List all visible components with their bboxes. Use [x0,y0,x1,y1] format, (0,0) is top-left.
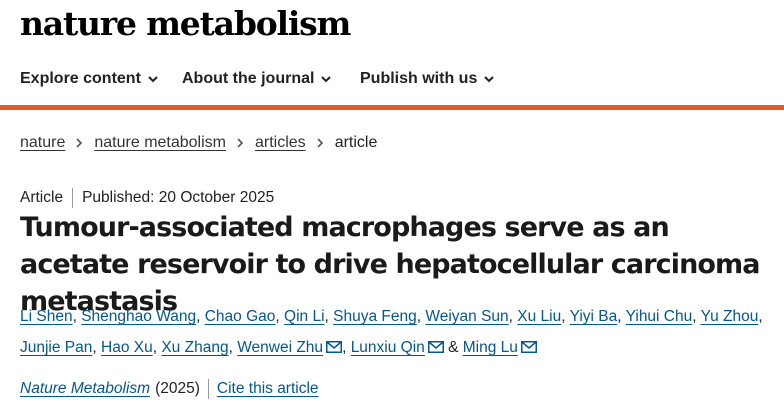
nav-item-label: Explore content [20,70,141,87]
author-separator: , [275,308,280,325]
author-link[interactable]: Li Shen [20,308,73,325]
author-link[interactable]: Yu Zhou [701,308,759,325]
breadcrumb-articles[interactable]: articles [255,134,306,152]
publication-year: (2025) [155,380,200,397]
author-separator: , [152,339,158,356]
author-separator: , [508,308,513,325]
breadcrumb: nature nature metabolism articles articl… [20,132,377,154]
author-separator: , [72,308,77,325]
site-logo[interactable]: nature metabolism [20,2,351,46]
nav-item-label: About the journal [182,70,315,87]
citation-divider [207,379,209,399]
author-link[interactable]: Weiyan Sun [425,308,508,325]
published-date: Published: 20 October 2025 [82,189,275,206]
author-link[interactable]: Yihui Chu [626,308,693,325]
author-separator: , [692,308,697,325]
author-link[interactable]: Qin Li [284,308,325,325]
breadcrumb-nature-metabolism[interactable]: nature metabolism [94,134,226,152]
article-meta: Article Published: 20 October 2025 [20,187,274,209]
author-conjunction: & [448,339,459,356]
envelope-icon[interactable] [427,341,444,353]
author-separator: , [617,308,622,325]
main-navigation: Explore content About the journal Publis… [0,50,784,105]
chevron-down-icon [484,76,495,83]
brand-bar: nature metabolism [0,0,784,50]
nav-item-label: Publish with us [360,70,478,87]
author-link[interactable]: Shenghao Wang [81,308,196,325]
journal-link[interactable]: Nature Metabolism [20,380,150,398]
article-type: Article [20,189,64,206]
author-separator: , [758,308,763,325]
author-link[interactable]: Xu Liu [517,308,561,325]
nav-publish-with-us[interactable]: Publish with us [360,68,495,90]
chevron-down-icon [148,76,158,83]
author-link[interactable]: Ming Lu [463,339,518,356]
chevron-right-icon [237,138,244,148]
meta-divider [72,188,74,208]
author-link[interactable]: Lunxiu Qin [351,339,425,356]
chevron-down-icon [321,76,332,83]
author-link[interactable]: Wenwei Zhu [237,339,323,356]
cite-article-link[interactable]: Cite this article [217,380,319,398]
author-link[interactable]: Shuya Feng [333,308,417,325]
chevron-right-icon [317,138,323,148]
chevron-right-icon [76,138,83,148]
nav-explore-content[interactable]: Explore content [20,68,159,90]
author-list: Li Shen, Shenghao Wang, Chao Gao, Qin Li… [20,301,780,363]
author-link[interactable]: Yiyi Ba [570,308,618,325]
author-separator: , [228,339,233,356]
citation-line: Nature Metabolism (2025) Cite this artic… [20,378,319,400]
author-separator: , [92,339,97,356]
author-link[interactable]: Junjie Pan [20,339,92,356]
author-separator: , [416,308,422,325]
accent-divider [0,105,784,110]
author-separator: , [342,339,347,356]
author-separator: , [561,308,566,325]
envelope-icon[interactable] [520,341,537,353]
nav-about-journal[interactable]: About the journal [182,68,332,90]
envelope-icon[interactable] [326,341,343,353]
author-link[interactable]: Hao Xu [101,339,153,356]
breadcrumb-current: article [334,134,378,151]
author-link[interactable]: Xu Zhang [161,339,228,356]
breadcrumb-nature[interactable]: nature [20,134,65,152]
author-separator: , [324,308,329,325]
author-separator: , [196,308,201,325]
author-link[interactable]: Chao Gao [205,308,276,325]
